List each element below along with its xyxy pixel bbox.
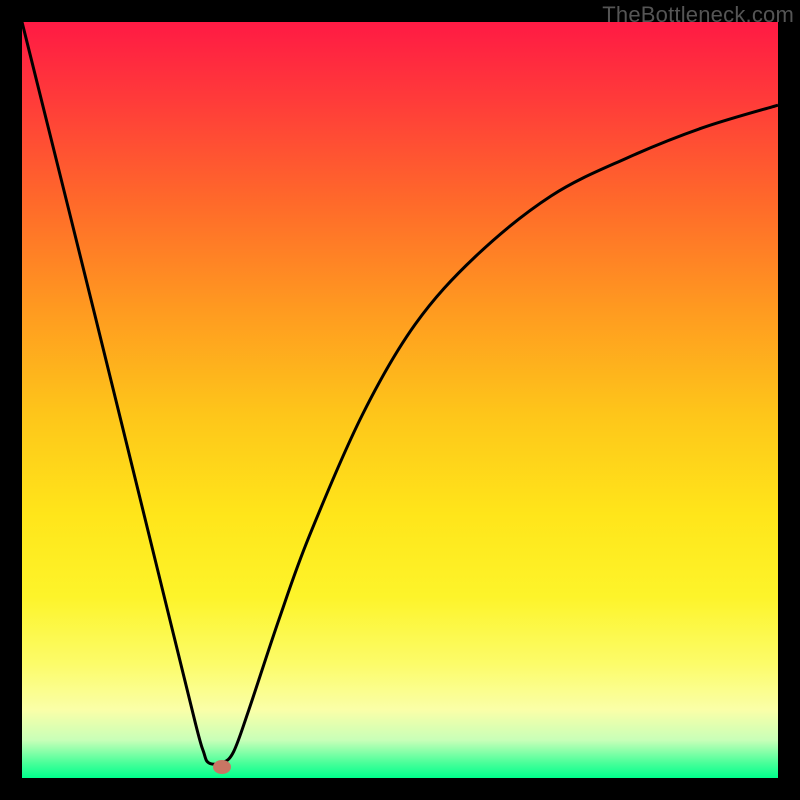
optimal-point-marker bbox=[213, 760, 231, 774]
chart-container: TheBottleneck.com bbox=[0, 0, 800, 800]
bottleneck-curve bbox=[22, 22, 778, 778]
